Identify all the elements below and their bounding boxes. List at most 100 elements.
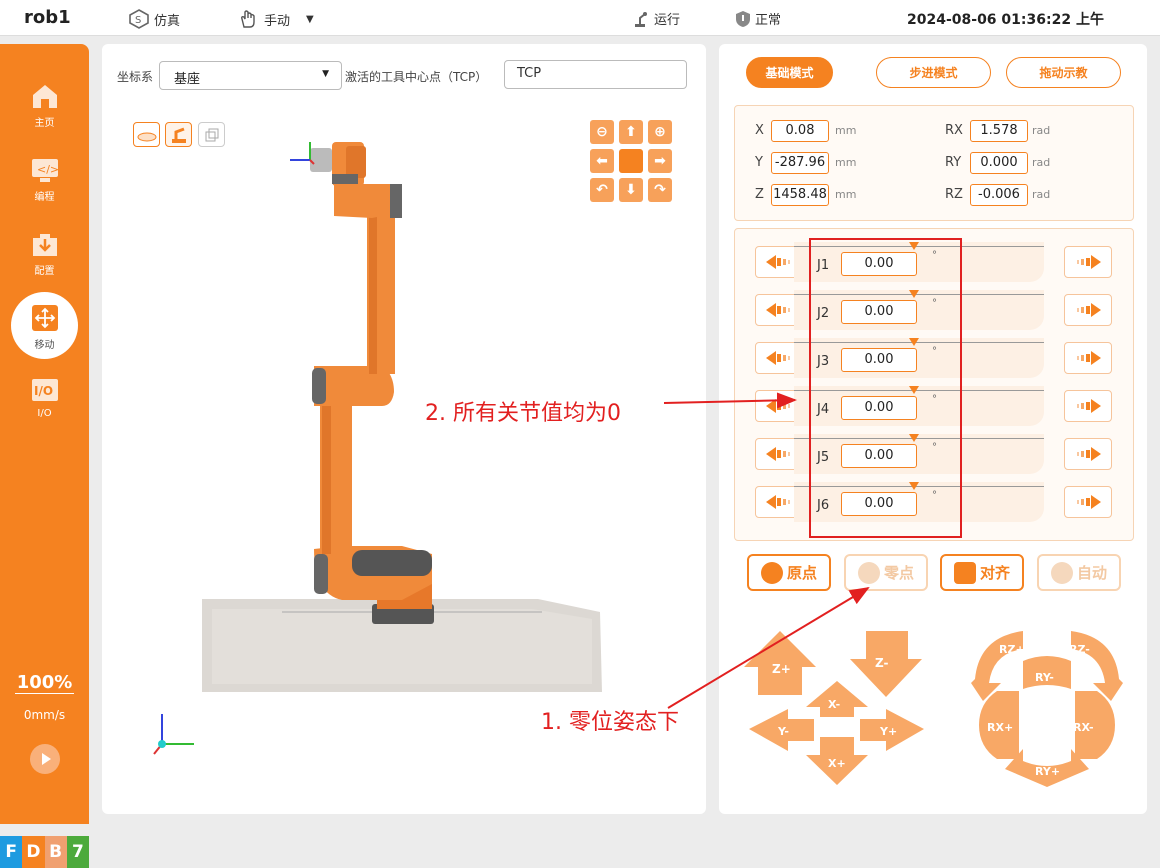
sidebar-item-io[interactable]: I/O I/O [0,362,89,432]
play-icon [42,753,51,765]
joint-plus-button[interactable] [1064,342,1112,374]
robot-upper-arm-shade [369,214,377,374]
robot-flange [310,148,332,172]
linear-jog-pad[interactable]: Z+ Z- X- Y- Y+ X+ [744,629,934,789]
step-mode-button[interactable]: 步进模式 [876,57,991,88]
robot-wrist-shade [346,146,366,178]
status-badges: F D B 7 [0,836,89,868]
jog-rxminus-label: RX- [1073,721,1094,734]
home-position-icon [760,561,783,584]
home-label: 原点 [786,564,817,582]
joints-highlight-box [809,238,962,538]
sidebar-item-home[interactable]: 主页 [0,70,89,140]
x-value[interactable]: 0.08 [771,120,829,142]
z-unit: mm [835,188,857,201]
arrow-right-icon [1077,351,1101,365]
ry-value[interactable]: 0.000 [970,152,1028,174]
rz-axis-label: RZ [945,187,963,202]
sidebar-item-move[interactable]: 移动 [0,292,89,362]
jog-rzminus-arrow[interactable] [1071,631,1123,701]
sidebar-item-label: 移动 [34,339,55,351]
svg-text:S: S [135,15,141,26]
zero-button[interactable]: 零点 [844,554,928,591]
robot-wrist-joint [332,174,358,184]
z-value[interactable]: 1458.48 [771,184,829,206]
tcp-label: 激活的工具中心点（TCP） [345,70,488,84]
arrow-right-icon [1077,447,1101,461]
x-axis-label: X [755,123,764,138]
sidebar-item-config[interactable]: 配置 [0,218,89,288]
arrow-left-icon [766,303,790,317]
joint-plus-button[interactable] [1064,438,1112,470]
status-label: 正常 [755,13,782,28]
ry-unit: rad [1032,156,1051,169]
hand-icon [241,10,255,28]
robot-wrist-ring [390,184,402,218]
sidebar-item-label: I/O [37,407,52,419]
joint-plus-button[interactable] [1064,294,1112,326]
sidebar-item-label: 主页 [34,117,55,129]
auto-label: 自动 [1076,564,1107,582]
arrow-right-icon [1077,495,1101,509]
y-unit: mm [835,156,857,169]
chevron-down-icon: ▼ [322,69,329,79]
home-button[interactable]: 原点 [747,554,831,591]
sidebar-item-label: 配置 [34,265,55,277]
sidebar-item-label: 编程 [34,191,55,203]
manual-mode-dropdown[interactable]: 手动 ▼ [238,9,314,29]
jog-zplus-label: Z+ [772,662,791,676]
play-button[interactable] [30,744,60,774]
top-bar: rob1 S 仿真 手动 ▼ 运行 正常 2024-08-06 01:36:22… [0,0,1160,36]
align-button[interactable]: 对齐 [940,554,1024,591]
x-unit: mm [835,124,857,137]
io-icon: I/O [31,378,58,401]
speed-percent[interactable]: 100% [14,672,75,694]
coord-system-select[interactable]: 基座 ▼ [159,61,342,90]
annotation-zero-pose: 1. 零位姿态下 [541,710,679,735]
joint-plus-button[interactable] [1064,246,1112,278]
jog-zminus-label: Z- [875,656,888,670]
tcp-input[interactable]: TCP [504,60,687,89]
joint-plus-button[interactable] [1064,486,1112,518]
rx-value[interactable]: 1.578 [970,120,1028,142]
simulation-mode-button[interactable]: S 仿真 [128,9,180,29]
world-origin [158,740,166,748]
jog-rxplus-label: RX+ [987,721,1013,734]
arrow-left-icon [766,399,790,413]
move-icon [31,304,58,331]
basic-mode-button[interactable]: 基础模式 [746,57,833,88]
align-icon [953,561,976,584]
sidebar: 主页 </> 编程 配置 移动 I/O I/O 100% 0mm/s F D B… [0,44,89,868]
jog-ryminus-label: RY- [1035,671,1054,684]
badge-7: 7 [66,836,89,868]
arrow-right-icon [1077,255,1101,269]
system-status: 正常 [735,9,781,28]
y-axis-label: Y [755,155,763,170]
rz-value[interactable]: -0.006 [970,184,1028,206]
app-name: rob1 [24,7,71,28]
sidebar-item-program[interactable]: </> 编程 [0,144,89,214]
rx-unit: rad [1032,124,1051,137]
jog-rzplus-label: RZ+ [999,643,1025,656]
arrow-left-icon [766,495,790,509]
run-status[interactable]: 运行 [632,9,680,28]
auto-button[interactable]: 自动 [1037,554,1121,591]
zero-label: 零点 [883,564,914,582]
drag-teach-button[interactable]: 拖动示教 [1006,57,1121,88]
y-value[interactable]: -287.96 [771,152,829,174]
svg-text:</>: </> [37,163,59,176]
simulation-label: 仿真 [154,13,181,29]
cartesian-position-box: X 0.08 mm Y -287.96 mm Z 1458.48 mm RX 1… [734,105,1134,221]
jog-xminus-label: X- [828,698,840,711]
jog-rzplus-arrow[interactable] [971,631,1023,701]
arrow-right-icon [1077,399,1101,413]
robot-elbow-ring [312,368,326,404]
rotation-jog-pad[interactable]: RZ+ RZ- RY- RX+ RX- RY+ [971,629,1123,789]
speed-mms: 0mm/s [23,708,66,722]
arrow-left-icon [766,351,790,365]
joint-plus-button[interactable] [1064,390,1112,422]
arrow-right-icon [1077,303,1101,317]
download-icon [32,233,57,256]
speed-display: 100% 0mm/s [0,672,89,722]
jog-yminus-label: Y- [777,725,789,738]
